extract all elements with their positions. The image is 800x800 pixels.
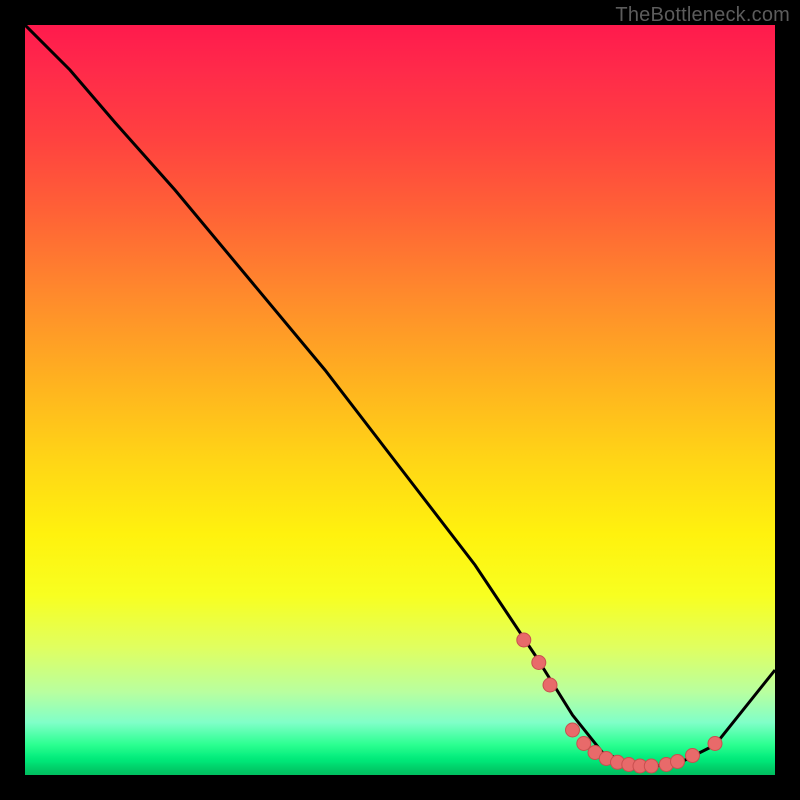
data-point xyxy=(532,656,546,670)
data-point xyxy=(708,737,722,751)
watermark-text: TheBottleneck.com xyxy=(615,4,790,27)
data-point xyxy=(566,723,580,737)
curve-dots xyxy=(517,633,722,773)
bottleneck-chart xyxy=(25,25,775,775)
data-point xyxy=(543,678,557,692)
data-point xyxy=(577,737,591,751)
data-point xyxy=(517,633,531,647)
data-point xyxy=(686,749,700,763)
chart-frame xyxy=(25,25,775,775)
bottleneck-curve-path xyxy=(25,25,775,768)
data-point xyxy=(671,755,685,769)
data-point xyxy=(644,759,658,773)
